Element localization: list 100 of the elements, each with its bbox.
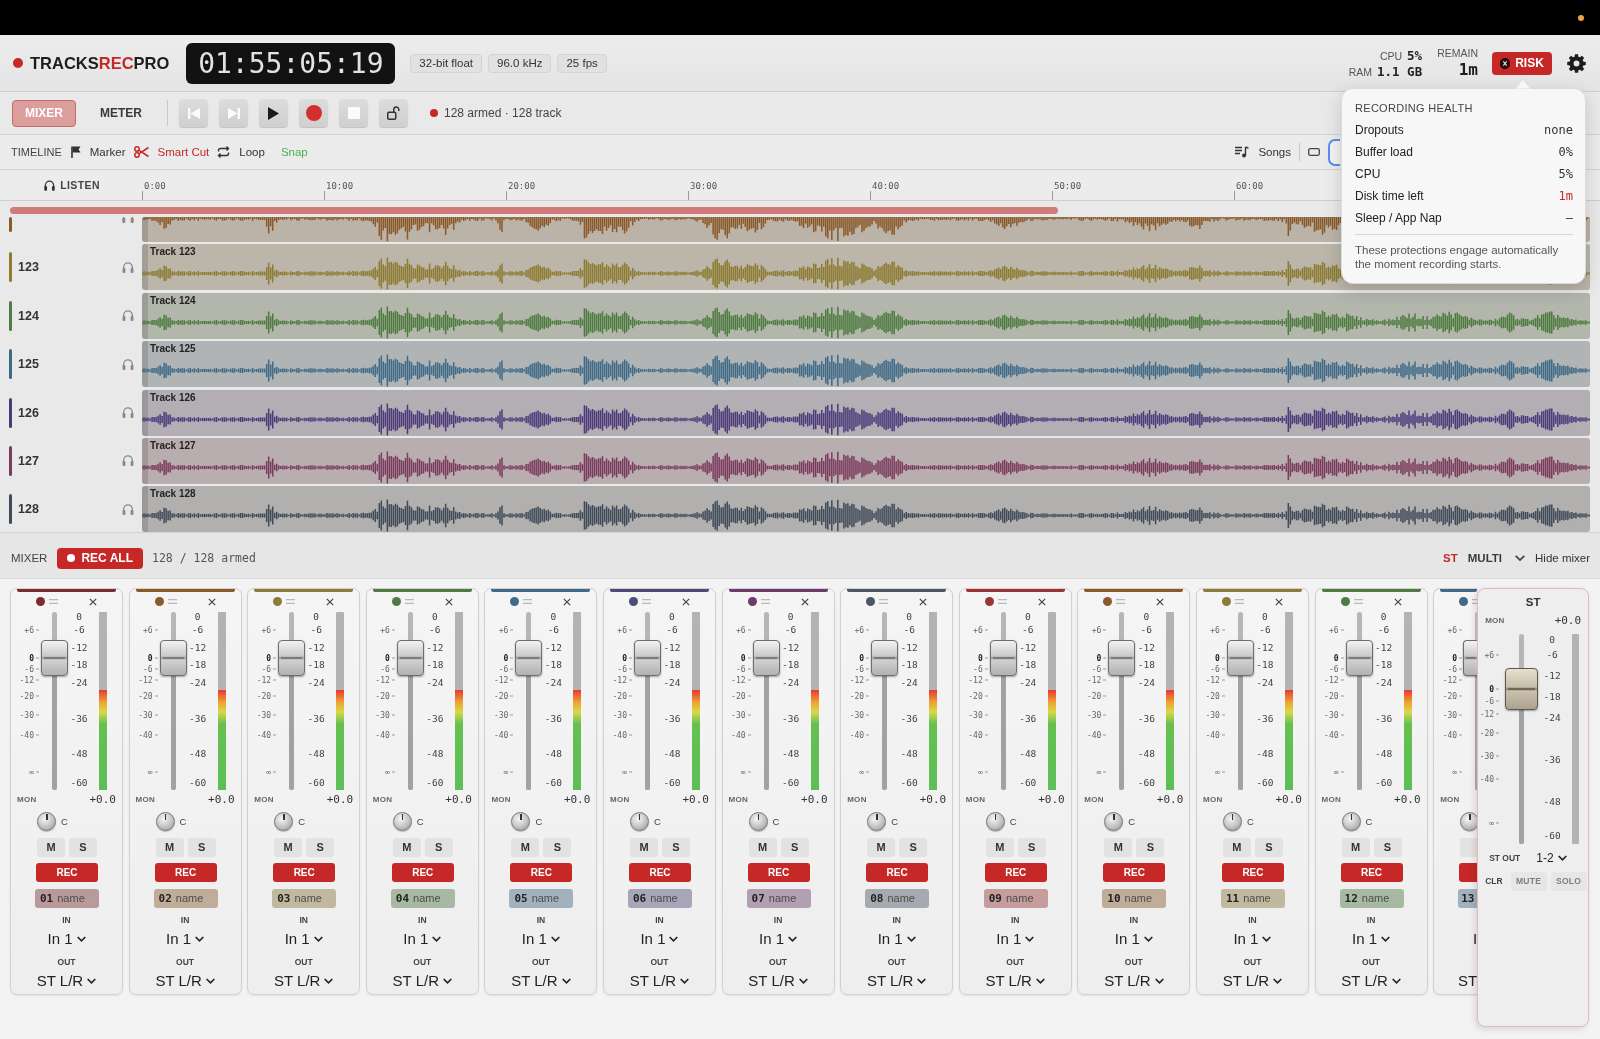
m-button[interactable]: M xyxy=(629,837,658,857)
grip-icon[interactable] xyxy=(404,599,414,605)
grip-icon[interactable] xyxy=(1116,599,1126,605)
fader-handle[interactable] xyxy=(1226,640,1254,677)
close-icon[interactable] xyxy=(681,597,690,606)
input-select[interactable]: I xyxy=(1472,927,1478,950)
s-button[interactable]: S xyxy=(424,837,453,857)
fader-handle[interactable] xyxy=(515,640,543,677)
close-icon[interactable] xyxy=(89,597,97,606)
headphones-icon[interactable] xyxy=(122,455,134,467)
s-button[interactable]: S xyxy=(780,837,809,857)
track-name-input[interactable]: name xyxy=(768,892,806,905)
mixer-view-toggle[interactable]: MULTI xyxy=(1462,552,1508,565)
s-button[interactable]: S xyxy=(1136,837,1165,857)
fader-handle[interactable] xyxy=(871,640,899,677)
track-name-input[interactable]: name xyxy=(650,892,687,905)
grip-icon[interactable] xyxy=(760,599,770,605)
settings-icon[interactable] xyxy=(1567,53,1586,73)
record-arm-button[interactable]: REC xyxy=(510,862,573,882)
output-select[interactable]: ST L/R xyxy=(36,969,97,992)
output-select[interactable]: ST L/R xyxy=(866,969,927,992)
fader-handle[interactable] xyxy=(633,640,661,677)
pan-knob[interactable] xyxy=(37,812,56,832)
songs-button[interactable]: Songs xyxy=(1235,146,1291,158)
track-name-input[interactable]: name xyxy=(1243,892,1280,905)
record-arm-button[interactable]: REC xyxy=(391,862,454,882)
track-name-field[interactable]: 05 name xyxy=(509,888,574,908)
input-field[interactable] xyxy=(1328,138,1340,166)
fader-handle[interactable] xyxy=(278,640,306,677)
m-button[interactable]: M xyxy=(748,837,777,857)
grip-icon[interactable] xyxy=(1234,599,1244,605)
fader-handle[interactable] xyxy=(752,640,780,677)
input-select[interactable]: In 1 xyxy=(759,927,798,950)
input-select[interactable]: In 1 xyxy=(47,927,86,950)
fader-handle[interactable] xyxy=(1345,640,1373,677)
pan-knob[interactable] xyxy=(867,812,887,832)
close-icon[interactable] xyxy=(919,597,928,606)
track-name-field[interactable]: 11 name xyxy=(1220,888,1285,908)
m-button[interactable]: M xyxy=(1104,837,1133,857)
output-select[interactable]: ST L/R xyxy=(985,969,1045,992)
s-button[interactable]: S xyxy=(1373,837,1402,857)
close-icon[interactable] xyxy=(444,597,453,606)
s-button[interactable]: S xyxy=(1017,837,1046,857)
record-arm-button[interactable]: REC xyxy=(1103,862,1166,882)
grip-icon[interactable] xyxy=(49,599,58,605)
fader-handle[interactable] xyxy=(989,640,1017,677)
s-button[interactable]: S xyxy=(187,837,216,857)
track-name-input[interactable]: name xyxy=(294,892,332,905)
input-select[interactable]: In 1 xyxy=(877,927,916,950)
m-button[interactable]: M xyxy=(867,837,896,857)
s-button[interactable]: S xyxy=(899,837,928,857)
timeline-tool[interactable]: Smart Cut xyxy=(133,146,210,158)
headphones-icon[interactable] xyxy=(122,407,134,419)
track-name-input[interactable]: name xyxy=(57,892,94,905)
output-select[interactable]: ST L/R xyxy=(1222,969,1283,992)
output-select[interactable]: ST L/R xyxy=(274,969,334,992)
rec-all-button[interactable]: REC ALL xyxy=(57,547,143,569)
grip-icon[interactable] xyxy=(1353,599,1363,605)
record-arm-button[interactable]: REC xyxy=(1340,862,1403,882)
output-select[interactable]: ST L/R xyxy=(392,969,452,992)
track-name-field[interactable]: 12 name xyxy=(1339,888,1404,908)
grip-icon[interactable] xyxy=(641,599,651,605)
track-name-field[interactable]: 04 name xyxy=(390,888,455,908)
headphones-icon[interactable] xyxy=(122,358,134,370)
track-name-input[interactable]: name xyxy=(1006,892,1043,905)
track-name-input[interactable]: name xyxy=(1361,892,1399,905)
m-button[interactable]: M xyxy=(274,837,303,857)
track-name-field[interactable]: 08 name xyxy=(865,888,930,908)
timeline-tool[interactable]: Loop xyxy=(217,146,265,158)
s-button[interactable]: S xyxy=(543,837,572,857)
input-select[interactable]: In 1 xyxy=(640,927,679,950)
m-button[interactable]: M xyxy=(37,837,65,857)
m-button[interactable]: M xyxy=(985,837,1014,857)
output-select[interactable]: 1-2 xyxy=(1536,850,1567,865)
track-name-input[interactable]: name xyxy=(175,892,213,905)
mixer-view-toggle[interactable]: ST xyxy=(1438,552,1463,565)
fader-handle[interactable] xyxy=(41,640,68,677)
s-button[interactable]: S xyxy=(661,837,690,857)
track-name-field[interactable]: 09 name xyxy=(983,888,1048,908)
chevron-down-icon[interactable] xyxy=(1515,555,1526,562)
s-button[interactable]: S xyxy=(1254,837,1283,857)
pan-knob[interactable] xyxy=(1460,812,1478,832)
s-button[interactable]: S xyxy=(69,837,97,857)
headphones-icon[interactable] xyxy=(122,310,134,322)
close-icon[interactable] xyxy=(563,597,572,606)
output-select[interactable]: ST L/R xyxy=(155,969,215,992)
input-select[interactable]: In 1 xyxy=(284,927,323,950)
grip-icon[interactable] xyxy=(997,599,1007,605)
timeline-tool[interactable]: Marker xyxy=(70,146,126,158)
close-icon[interactable] xyxy=(207,597,216,606)
close-icon[interactable] xyxy=(800,597,809,606)
record-arm-button[interactable]: REC xyxy=(154,862,217,882)
record-button[interactable] xyxy=(299,99,328,127)
record-arm-button[interactable]: REC xyxy=(747,862,810,882)
view-tab[interactable]: METER xyxy=(87,99,155,127)
fader-handle[interactable] xyxy=(1505,667,1539,710)
fader-handle[interactable] xyxy=(1108,640,1136,677)
m-button[interactable]: M xyxy=(392,837,421,857)
record-arm-button[interactable]: REC xyxy=(866,862,929,882)
m-button[interactable]: M xyxy=(155,837,184,857)
